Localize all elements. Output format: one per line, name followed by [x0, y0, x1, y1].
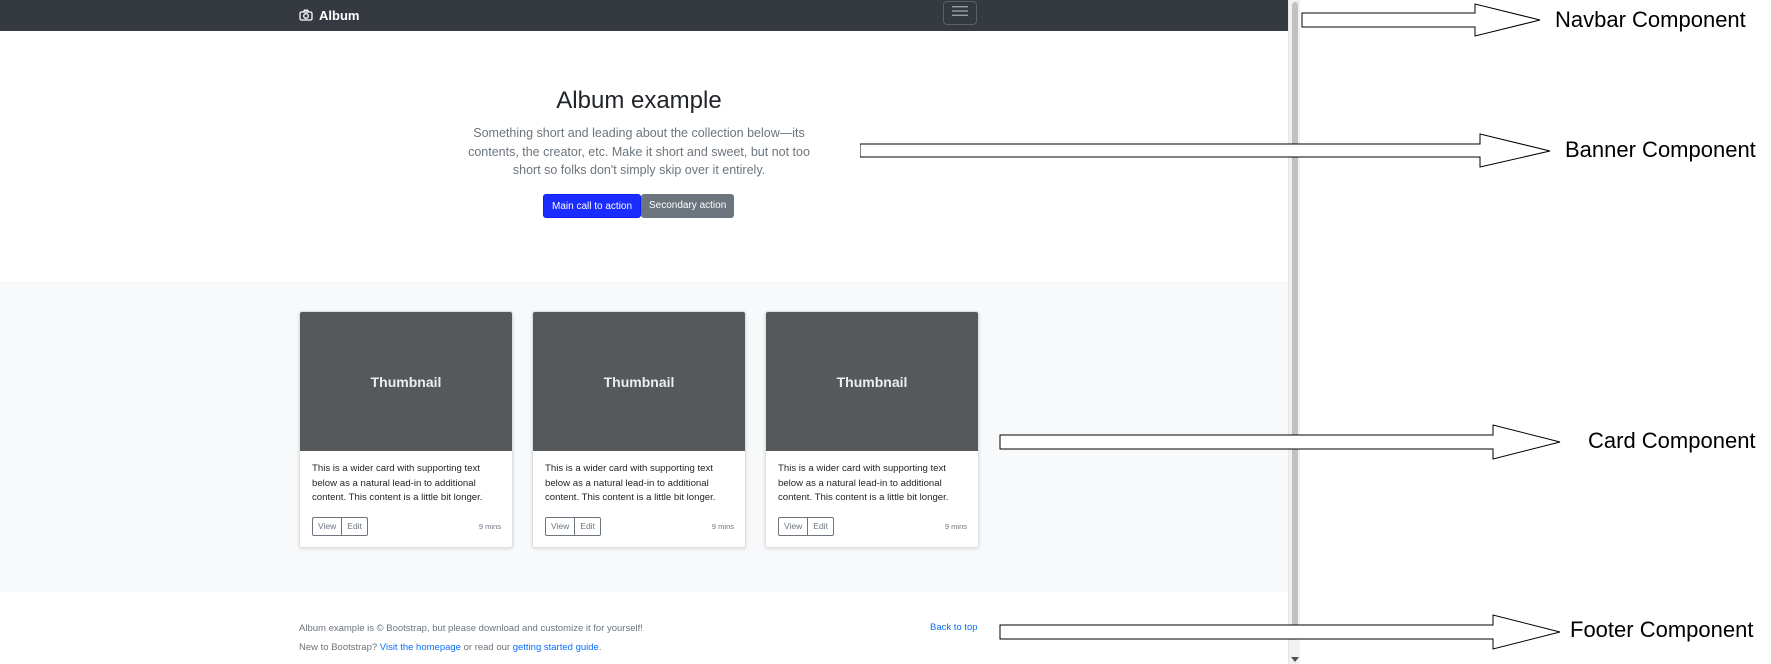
navbar-annotation: Navbar Component — [1555, 7, 1746, 32]
card-annotation: Card Component — [1588, 428, 1756, 453]
footer-arrow-icon — [1300, 614, 1561, 650]
card-button-group: View Edit — [312, 517, 368, 536]
footer-arrow-tail — [999, 624, 1300, 640]
card-text: This is a wider card with supporting tex… — [545, 463, 716, 503]
card: Thumbnail This is a wider card with supp… — [532, 311, 746, 548]
card-time: 9 mins — [711, 522, 734, 531]
view-button[interactable]: View — [778, 517, 809, 536]
navbar-arrow-icon — [1301, 3, 1541, 37]
edit-button[interactable]: Edit — [807, 517, 834, 536]
banner-arrow-icon — [1300, 133, 1551, 168]
annotation-arrow-tails — [860, 143, 1300, 640]
card-thumbnail: Thumbnail — [300, 312, 512, 451]
navbar-brand[interactable]: Album — [299, 5, 359, 25]
banner-lead: Something short and leading about the co… — [468, 126, 810, 177]
banner-annotation: Banner Component — [1565, 137, 1756, 162]
brand-label: Album — [319, 7, 360, 23]
banner-arrow-tail — [860, 143, 1300, 158]
card-button-group: View Edit — [778, 517, 834, 536]
card-time: 9 mins — [478, 522, 501, 531]
secondary-action-button[interactable]: Secondary action — [641, 194, 735, 218]
thumbnail-label: Thumbnail — [370, 373, 442, 390]
footer-text: or read our — [460, 642, 513, 653]
footer-links-line: New to Bootstrap? Visit the homepage or … — [299, 642, 601, 653]
camera-icon — [299, 9, 313, 21]
edit-button[interactable]: Edit — [341, 517, 368, 536]
card-thumbnail: Thumbnail — [533, 312, 745, 451]
card-button-group: View Edit — [545, 517, 601, 536]
annotation-arrows — [1300, 3, 1561, 650]
main-call-to-action-button[interactable]: Main call to action — [543, 194, 642, 218]
card-arrow-tail — [999, 434, 1300, 450]
card-text: This is a wider card with supporting tex… — [312, 463, 483, 503]
edit-button[interactable]: Edit — [574, 517, 601, 536]
view-button[interactable]: View — [545, 517, 576, 536]
card: Thumbnail This is a wider card with supp… — [299, 311, 513, 548]
footer-copyright: Album example is © Bootstrap, but please… — [299, 623, 643, 634]
homepage-link[interactable]: Visit the homepage — [380, 642, 461, 653]
footer-text: . — [598, 642, 602, 653]
footer-annotation: Footer Component — [1570, 617, 1754, 642]
getting-started-link[interactable]: getting started guide — [513, 642, 599, 653]
thumbnail-label: Thumbnail — [603, 373, 675, 390]
card-arrow-icon — [1300, 424, 1561, 460]
view-button[interactable]: View — [312, 517, 343, 536]
footer-text: New to Bootstrap? — [299, 642, 380, 653]
